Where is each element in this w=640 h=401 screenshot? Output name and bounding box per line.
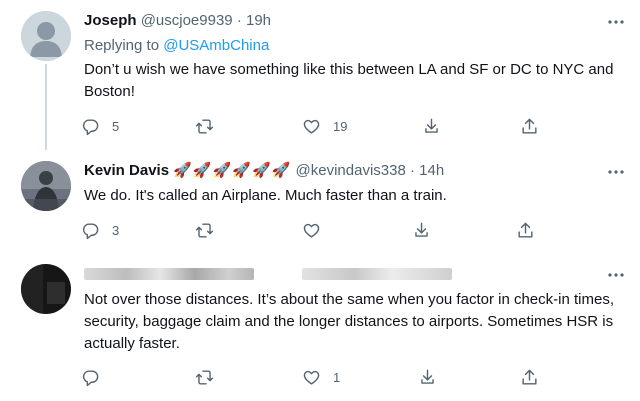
action-bar: 5 19 [78,113,618,139]
replying-to-link[interactable]: @USAmbChina [163,37,269,54]
heart-icon [303,119,320,134]
dm-button[interactable] [412,217,431,243]
replying-to-label: Replying to [84,37,164,54]
share-icon [522,369,537,385]
rocket-emoji: 🚀 [271,162,291,179]
share-button[interactable] [520,113,539,139]
more-options-button[interactable] [606,265,626,285]
display-name[interactable]: Joseph [84,12,137,29]
separator: · [409,162,415,179]
reply-button[interactable]: 3 [81,217,119,243]
dm-icon [415,222,428,237]
rocket-emoji: 🚀 [192,162,212,179]
retweet-button[interactable] [195,217,226,243]
dm-button[interactable] [418,364,437,390]
share-button[interactable] [520,364,539,390]
reply-button[interactable]: 5 [81,113,119,139]
tweet-header: Kevin Davis 🚀🚀🚀🚀🚀🚀 @kevindavis338 · 14h [84,160,444,182]
replying-to: Replying to @USAmbChina [84,35,269,57]
profile-photo [21,161,71,211]
display-name[interactable]: Kevin Davis [84,162,169,179]
retweet-icon [195,222,214,238]
retweet-button[interactable] [195,364,226,390]
tweet-redacted-user[interactable]: Not over those distances. It’s about the… [0,253,640,401]
tweet-kevin-davis[interactable]: Kevin Davis 🚀🚀🚀🚀🚀🚀 @kevindavis338 · 14h … [0,150,640,253]
reply-button[interactable] [81,364,112,390]
retweet-icon [195,118,214,134]
tweet-text: Not over those distances. It’s about the… [84,291,614,352]
avatar-joseph[interactable] [21,11,71,61]
like-button[interactable] [302,217,333,243]
heart-icon [303,223,320,238]
name-emojis: 🚀🚀🚀🚀🚀🚀 [173,162,291,179]
dm-icon [425,118,438,133]
dm-button[interactable] [422,113,441,139]
more-icon [608,273,624,277]
reply-count: 5 [112,118,120,134]
share-icon [518,222,533,238]
avatar-redacted[interactable] [21,264,71,314]
more-options-button[interactable] [606,12,626,32]
retweet-icon [195,369,214,385]
action-bar: 3 [78,217,618,243]
thread-line [45,64,47,150]
redacted-handle-block [302,268,453,281]
reply-count: 3 [112,222,120,238]
redacted-name-block [84,268,254,281]
redacted-header [84,263,453,285]
heart-icon [303,370,320,385]
more-icon [608,20,624,24]
default-avatar-icon [21,11,71,61]
handle[interactable]: @uscjoe9939 [141,12,233,29]
like-button[interactable]: 1 [302,364,340,390]
share-button[interactable] [516,217,535,243]
timestamp[interactable]: 14h [419,162,444,179]
rocket-emoji: 🚀 [232,162,251,179]
rocket-emoji: 🚀 [212,162,232,179]
like-button[interactable]: 19 [302,113,347,139]
tweet-joseph[interactable]: Joseph @uscjoe9939 · 19h Replying to @US… [0,0,640,150]
tweet-text: Don’t u wish we have something like this… [84,61,614,100]
reply-icon [82,118,99,135]
rocket-emoji: 🚀 [173,162,192,179]
handle[interactable]: @kevindavis338 [296,162,406,179]
more-options-button[interactable] [606,162,626,182]
more-icon [608,170,624,174]
share-icon [522,118,537,134]
dm-icon [421,369,434,384]
retweet-button[interactable] [195,113,226,139]
tweet-text: We do. It's called an Airplane. Much fas… [84,187,447,204]
like-count: 1 [333,369,341,385]
timestamp[interactable]: 19h [246,12,271,29]
tweet-header: Joseph @uscjoe9939 · 19h [84,10,271,32]
like-count: 19 [333,118,348,134]
reply-icon [82,222,99,239]
profile-photo [21,264,71,314]
rocket-emoji: 🚀 [251,162,271,179]
avatar-kevin-davis[interactable] [21,161,71,211]
reply-icon [82,369,99,386]
action-bar: 1 [78,364,618,390]
separator: · [236,12,242,29]
